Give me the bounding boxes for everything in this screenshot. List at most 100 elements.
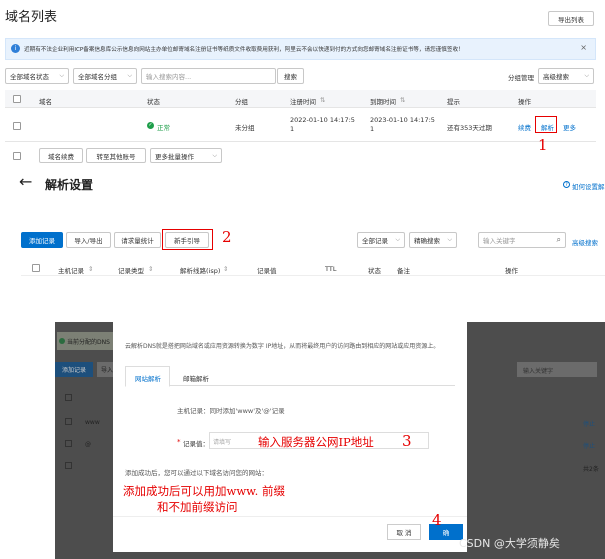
bulk-more-select[interactable]: 更多批量操作 ⌵ xyxy=(150,148,222,163)
chevron-down-icon: ⌵ xyxy=(395,236,400,243)
keyword-input[interactable]: 输入关键字 ⌕ xyxy=(478,232,566,248)
annotation-step-3: 3 xyxy=(402,432,412,450)
tab-mail-resolve[interactable]: 邮箱解析 xyxy=(183,373,209,383)
row-tip: 还有353天过期 xyxy=(447,124,492,132)
sort-icon[interactable]: ⇕ xyxy=(223,265,228,273)
bulk-renew-button[interactable]: 域名续费 xyxy=(39,148,83,163)
sort-icon[interactable]: ⇕ xyxy=(148,265,153,273)
domain-status-select[interactable]: 全部域名状态 ⌵ xyxy=(5,68,69,84)
modal-footer-divider xyxy=(113,516,467,517)
domain-group-value: 全部域名分组 xyxy=(78,73,117,81)
page-title: 域名列表 xyxy=(5,10,58,25)
search-input[interactable]: 输入搜索内容... xyxy=(141,68,276,84)
col-group: 分组 xyxy=(235,98,248,106)
bulk-checkbox[interactable] xyxy=(13,152,21,160)
col-record-value: 记录值 xyxy=(257,267,277,275)
notice-text: 近期有不法企业利用ICP备案信息库公示信息向网站主办单位邮寄域名注册证书等纸质文… xyxy=(24,47,464,53)
help-circle-icon[interactable]: ? xyxy=(563,181,570,188)
bg-row-www: www xyxy=(85,419,100,426)
annotation-step-4: 4 xyxy=(432,511,442,529)
row-group: 未分组 xyxy=(235,124,255,132)
bg-success-icon xyxy=(59,338,65,344)
notice-banner: i 近期有不法企业利用ICP备案信息库公示信息向网站主办单位邮寄域名注册证书等纸… xyxy=(5,38,596,60)
bg-search-placeholder: 输入关键字 xyxy=(523,368,554,375)
col-state: 状态 xyxy=(368,267,381,275)
bg-stop-link: 停止 xyxy=(583,443,596,450)
annotation-www-hint-line2: 和不加前缀访问 xyxy=(157,500,238,514)
host-record-hint: 主机记录：同时添加'www'及'@'记录 xyxy=(177,407,285,415)
col-status: 状态 xyxy=(147,98,160,106)
cancel-button[interactable]: 取 消 xyxy=(387,524,421,540)
status-badge: 正常 xyxy=(157,124,170,132)
chevron-down-icon: ⌵ xyxy=(584,72,589,79)
import-export-button[interactable]: 导入/导出 xyxy=(66,232,111,248)
chevron-down-icon: ⌵ xyxy=(447,236,452,243)
check-circle-icon: ✓ xyxy=(147,122,154,129)
bg-row-at: @ xyxy=(85,441,91,448)
record-select-all-checkbox[interactable] xyxy=(32,264,40,272)
bg-chk xyxy=(65,394,72,401)
help-link[interactable]: 如何设置解 xyxy=(572,181,605,191)
col-exp-time[interactable]: 到期时间 xyxy=(370,96,396,106)
search-placeholder: 输入搜索内容... xyxy=(146,73,192,81)
sort-icon[interactable]: ⇅ xyxy=(320,96,325,104)
chevron-down-icon: ⌵ xyxy=(212,151,217,159)
bg-stop-link: 停止 xyxy=(583,421,596,428)
bg-chk xyxy=(65,462,72,469)
exact-search-label: 精确搜索 xyxy=(414,237,440,245)
col-record-type: 记录类型 xyxy=(118,267,144,275)
sort-icon[interactable]: ⇅ xyxy=(400,96,405,104)
bg-banner-text: 当前分配的DNS xyxy=(67,339,110,346)
bg-chk xyxy=(65,418,72,425)
col-operation: 操作 xyxy=(505,267,518,275)
required-mark: * xyxy=(177,438,181,446)
guide-highlight-box xyxy=(162,229,213,250)
advanced-search-link[interactable]: 高级搜索 xyxy=(572,237,598,247)
bulk-transfer-button[interactable]: 转至其他账号 xyxy=(86,148,146,163)
request-stats-button[interactable]: 请求量统计 xyxy=(114,232,161,248)
close-icon[interactable]: × xyxy=(580,43,587,52)
col-tip: 提示 xyxy=(447,98,460,106)
more-link[interactable]: 更多 xyxy=(563,122,576,132)
group-manage-link[interactable]: 分组管理 xyxy=(508,72,534,82)
domain-group-select[interactable]: 全部域名分组 ⌵ xyxy=(73,68,137,84)
keyword-placeholder: 输入关键字 xyxy=(483,237,516,245)
add-record-button[interactable]: 添加记录 xyxy=(21,232,63,248)
col-ttl: TTL xyxy=(325,265,337,273)
sort-icon[interactable]: ⇕ xyxy=(88,265,93,273)
renew-link[interactable]: 续费 xyxy=(518,122,531,132)
all-records-select[interactable]: 全部记录 ⌵ xyxy=(357,232,405,248)
back-arrow-icon[interactable]: ← xyxy=(19,172,32,191)
search-icon[interactable]: ⌕ xyxy=(557,235,561,245)
row-reg-time: 2022-01-10 14:17:5 1 xyxy=(290,116,355,133)
bulk-more-label: 更多批量操作 xyxy=(155,152,194,161)
search-button[interactable]: 搜索 xyxy=(277,68,304,84)
row-checkbox[interactable] xyxy=(13,122,21,130)
advanced-search-select[interactable]: 高级搜索 ⌵ xyxy=(538,68,594,84)
resolve-page-title: 解析设置 xyxy=(45,178,94,192)
resolve-highlight-box xyxy=(535,116,557,133)
watermark: CSDN @大学须静矣 xyxy=(459,537,560,550)
export-list-button[interactable]: 导出列表 xyxy=(548,11,594,26)
chevron-down-icon: ⌵ xyxy=(59,72,64,79)
annotation-www-hint-line1: 添加成功后可以用加www. 前缀 xyxy=(123,484,285,498)
col-reg-time[interactable]: 注册时间 xyxy=(290,96,316,106)
select-all-checkbox[interactable] xyxy=(13,95,21,103)
col-host-record: 主机记录 xyxy=(58,267,84,275)
success-note: 添加成功后，您可以通过以下域名访问您的网站： xyxy=(125,469,268,477)
col-line: 解析线路(isp) xyxy=(180,267,221,275)
exact-search-select[interactable]: 精确搜索 ⌵ xyxy=(409,232,457,248)
bg-add-record-button: 添加记录 xyxy=(55,362,93,377)
annotation-ip-hint: 输入服务器公网IP地址 xyxy=(258,435,374,449)
annotation-step-1: 1 xyxy=(538,136,548,154)
record-value-placeholder: 请填写 xyxy=(213,439,232,446)
all-records-label: 全部记录 xyxy=(362,237,388,245)
modal-description: 云解析DNS就是搭把网站域名或应用资源转换为数字 IP地址，从而将最终用户的访问… xyxy=(125,343,440,350)
modal-tabs xyxy=(125,366,455,386)
domain-status-value: 全部域名状态 xyxy=(10,73,49,81)
advanced-search-label: 高级搜索 xyxy=(543,73,569,81)
col-actions: 操作 xyxy=(518,98,531,106)
info-icon: i xyxy=(11,44,20,53)
bg-chk xyxy=(65,440,72,447)
col-remark: 备注 xyxy=(397,267,410,275)
